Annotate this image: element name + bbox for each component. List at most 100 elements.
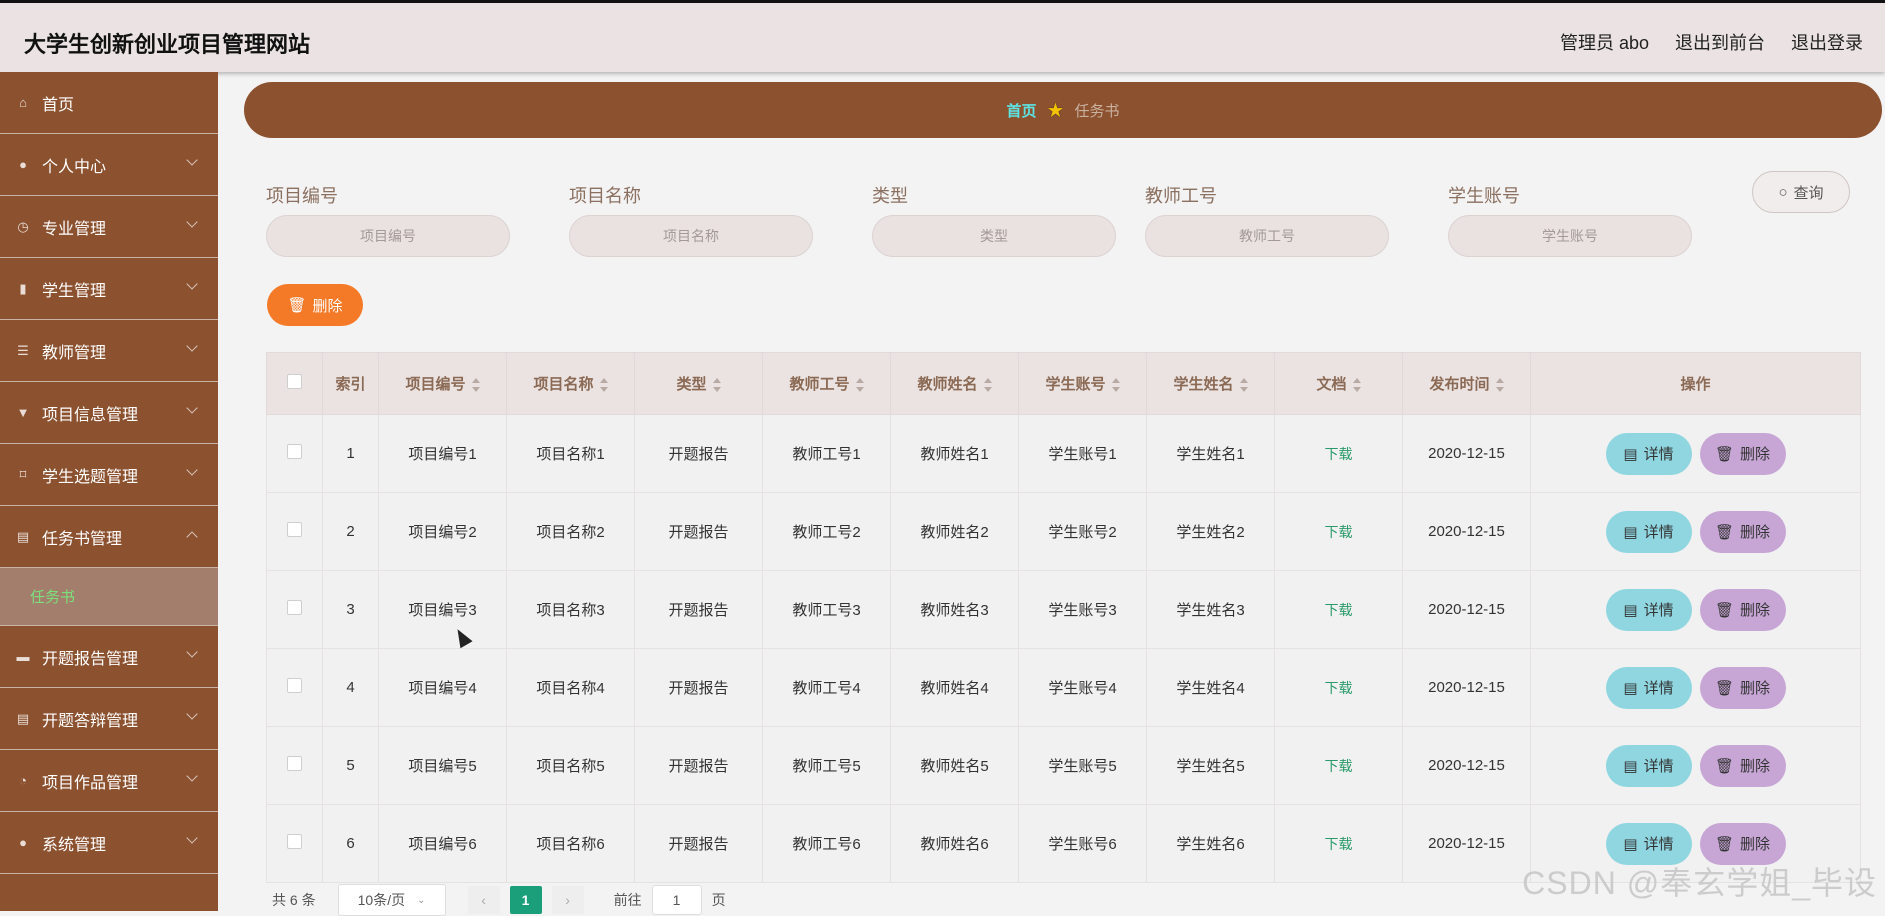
checkbox[interactable] bbox=[287, 522, 302, 537]
cell-name: 项目名称3 bbox=[506, 570, 635, 649]
row-checkbox-cell[interactable] bbox=[266, 726, 323, 805]
sort-icon[interactable] bbox=[983, 378, 992, 393]
column-header[interactable]: 教师工号 bbox=[762, 352, 891, 415]
sort-icon[interactable] bbox=[1495, 378, 1504, 393]
select-all-checkbox[interactable] bbox=[266, 352, 323, 415]
cell-teacher-no: 教师工号1 bbox=[762, 414, 891, 493]
detail-button[interactable]: ▤ 详情 bbox=[1605, 666, 1692, 709]
prev-page-button[interactable]: ‹ bbox=[467, 886, 500, 914]
column-header-label: 教师工号 bbox=[789, 376, 850, 393]
sort-icon[interactable] bbox=[1352, 378, 1361, 393]
cell-doc: 下载 bbox=[1274, 726, 1403, 805]
page-button-current[interactable]: 1 bbox=[509, 886, 542, 914]
sidebar-item-task-book-management[interactable]: ▤ 任务书管理 bbox=[0, 506, 218, 568]
column-header[interactable]: 文档 bbox=[1274, 352, 1403, 415]
sort-icon[interactable] bbox=[471, 378, 480, 393]
row-checkbox-cell[interactable] bbox=[266, 570, 323, 649]
sidebar-item-project-info[interactable]: ▼ 项目信息管理 bbox=[0, 382, 218, 444]
sidebar-item-proposal-report[interactable]: ▬ 开题报告管理 bbox=[0, 626, 218, 688]
delete-button-label: 删除 bbox=[1740, 836, 1771, 853]
checkbox[interactable] bbox=[287, 444, 302, 459]
project-name-input[interactable]: 项目名称 bbox=[569, 215, 813, 257]
sidebar-subitem-task-book[interactable]: 任务书 bbox=[0, 568, 218, 626]
detail-button[interactable]: ▤ 详情 bbox=[1605, 744, 1692, 787]
column-header[interactable]: 项目编号 bbox=[378, 352, 507, 415]
download-link[interactable]: 下载 bbox=[1325, 680, 1353, 696]
query-button[interactable]: ○ 查询 bbox=[1752, 171, 1850, 213]
project-code-input[interactable]: 项目编号 bbox=[266, 215, 510, 257]
sidebar-item-system-management[interactable]: ● 系统管理 bbox=[0, 812, 218, 874]
next-page-button[interactable]: › bbox=[551, 886, 584, 914]
logout-link[interactable]: 退出登录 bbox=[1791, 29, 1863, 55]
admin-label[interactable]: 管理员 abo bbox=[1560, 29, 1649, 55]
column-header[interactable]: 学生姓名 bbox=[1146, 352, 1275, 415]
column-header[interactable]: 类型 bbox=[634, 352, 763, 415]
type-input[interactable]: 类型 bbox=[872, 215, 1116, 257]
download-link[interactable]: 下载 bbox=[1325, 602, 1353, 618]
cell-doc: 下载 bbox=[1274, 804, 1403, 883]
chevron-down-icon bbox=[186, 402, 198, 414]
breadcrumb-home[interactable]: 首页 bbox=[1007, 100, 1037, 121]
sort-icon[interactable] bbox=[1111, 378, 1120, 393]
student-no-input[interactable]: 学生账号 bbox=[1448, 215, 1692, 257]
row-checkbox-cell[interactable] bbox=[266, 648, 323, 727]
checkbox[interactable] bbox=[287, 834, 302, 849]
checkbox[interactable] bbox=[287, 756, 302, 771]
sidebar-item-major-management[interactable]: ◷ 专业管理 bbox=[0, 196, 218, 258]
delete-button[interactable]: 🗑 删除 bbox=[1699, 510, 1786, 553]
download-link[interactable]: 下载 bbox=[1325, 524, 1353, 540]
video-icon: ▬ bbox=[16, 649, 30, 664]
back-to-front-link[interactable]: 退出到前台 bbox=[1675, 29, 1765, 55]
download-link[interactable]: 下载 bbox=[1325, 836, 1353, 852]
checkbox[interactable] bbox=[287, 678, 302, 693]
batch-delete-button[interactable]: 🗑 删除 bbox=[267, 284, 363, 326]
page-size-select[interactable]: 10条/页 ⌄ bbox=[337, 884, 446, 916]
column-header[interactable]: 项目名称 bbox=[506, 352, 635, 415]
delete-button-label: 删除 bbox=[1740, 446, 1771, 463]
teacher-no-input[interactable]: 教师工号 bbox=[1145, 215, 1389, 257]
row-checkbox-cell[interactable] bbox=[266, 492, 323, 571]
row-checkbox-cell[interactable] bbox=[266, 414, 323, 493]
sidebar-item-student-management[interactable]: ▮ 学生管理 bbox=[0, 258, 218, 320]
delete-button[interactable]: 🗑 删除 bbox=[1699, 744, 1786, 787]
document-icon: ▤ bbox=[1623, 445, 1638, 463]
chevron-down-icon bbox=[186, 708, 198, 720]
row-checkbox-cell[interactable] bbox=[266, 804, 323, 883]
delete-button[interactable]: 🗑 删除 bbox=[1699, 588, 1786, 631]
home-icon: ⌂ bbox=[19, 95, 27, 110]
sort-icon[interactable] bbox=[855, 378, 864, 393]
column-header[interactable]: 发布时间 bbox=[1402, 352, 1531, 415]
delete-button[interactable]: 🗑 删除 bbox=[1699, 666, 1786, 709]
column-header-label: 学生姓名 bbox=[1173, 376, 1234, 393]
cell-student-name: 学生姓名5 bbox=[1146, 726, 1275, 805]
chevron-down-icon bbox=[186, 770, 198, 782]
sidebar-item-proposal-defense[interactable]: ▤ 开题答辩管理 bbox=[0, 688, 218, 750]
user-icon: ● bbox=[19, 157, 27, 172]
checkbox[interactable] bbox=[287, 600, 302, 615]
detail-button[interactable]: ▤ 详情 bbox=[1605, 432, 1692, 475]
cell-teacher-no: 教师工号5 bbox=[762, 726, 891, 805]
sidebar: ⌂ 首页 ● 个人中心 ◷ 专业管理 ▮ 学生管理 ☰ 教师管理 ▼ 项目信息管… bbox=[0, 72, 218, 911]
delete-button[interactable]: 🗑 删除 bbox=[1699, 432, 1786, 475]
detail-button[interactable]: ▤ 详情 bbox=[1605, 588, 1692, 631]
sidebar-item-home[interactable]: ⌂ 首页 bbox=[0, 72, 218, 134]
sidebar-item-project-works[interactable]: ◔ 项目作品管理 bbox=[0, 750, 218, 812]
sidebar-item-topic-selection[interactable]: ⌑ 学生选题管理 bbox=[0, 444, 218, 506]
cell-type: 开题报告 bbox=[634, 492, 763, 571]
cell-student-no: 学生账号5 bbox=[1018, 726, 1147, 805]
sidebar-item-teacher-management[interactable]: ☰ 教师管理 bbox=[0, 320, 218, 382]
column-header[interactable]: 学生账号 bbox=[1018, 352, 1147, 415]
sidebar-item-personal-center[interactable]: ● 个人中心 bbox=[0, 134, 218, 196]
sort-icon[interactable] bbox=[712, 378, 721, 393]
field-label-project-name: 项目名称 bbox=[569, 186, 641, 206]
sort-icon[interactable] bbox=[599, 378, 608, 393]
download-link[interactable]: 下载 bbox=[1325, 758, 1353, 774]
checkbox[interactable] bbox=[287, 374, 302, 389]
sort-icon[interactable] bbox=[1239, 378, 1248, 393]
column-header[interactable]: 教师姓名 bbox=[890, 352, 1019, 415]
detail-button[interactable]: ▤ 详情 bbox=[1605, 510, 1692, 553]
sidebar-item-label: 系统管理 bbox=[42, 836, 107, 854]
cell-teacher-name: 教师姓名1 bbox=[890, 414, 1019, 493]
column-header-label: 文档 bbox=[1316, 376, 1347, 393]
download-link[interactable]: 下载 bbox=[1325, 446, 1353, 462]
